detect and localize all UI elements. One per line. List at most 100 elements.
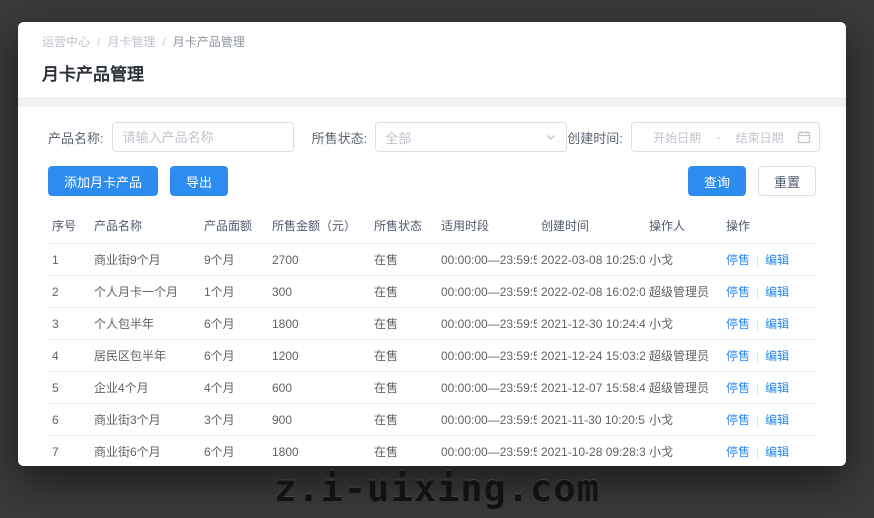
- cell-denom: 1个月: [200, 275, 268, 308]
- stop-sale-link[interactable]: 停售: [726, 349, 750, 363]
- cell-name: 商业街6个月: [90, 435, 200, 466]
- filter-product-name: 产品名称:: [48, 122, 294, 152]
- cell-status: 在售: [370, 435, 437, 466]
- col-header-product-name: 产品名称: [90, 208, 200, 244]
- end-date-field[interactable]: 结束日期: [722, 129, 797, 146]
- breadcrumb-item-current: 月卡产品管理: [172, 35, 245, 49]
- action-divider: |: [756, 413, 760, 427]
- cell-actions: 停售 | 编辑: [722, 435, 816, 466]
- create-time-range-picker[interactable]: 开始日期 - 结束日期: [630, 122, 820, 152]
- table-row: 4 居民区包半年 6个月 1200 在售 00:00:00—23:59:59 2021-12…: [48, 339, 816, 372]
- cell-name: 个人包半年: [90, 307, 200, 340]
- action-divider: |: [756, 349, 760, 363]
- sale-status-label: 所售状态:: [311, 130, 368, 146]
- table-row: 5 企业4个月 4个月 600 在售 00:00:00—23:59:59 2021-12-0…: [48, 371, 816, 404]
- toolbar: 添加月卡产品 导出 查询 重置: [48, 166, 816, 196]
- edit-link[interactable]: 编辑: [765, 317, 789, 331]
- action-divider: |: [756, 253, 760, 267]
- start-date-field[interactable]: 开始日期: [640, 129, 715, 146]
- cell-operator: 超级管理员: [645, 339, 722, 372]
- action-divider: |: [756, 285, 760, 299]
- cell-no: 1: [48, 243, 90, 276]
- cell-period: 00:00:00—23:59:59: [437, 435, 537, 466]
- breadcrumb-item-operations-center[interactable]: 运营中心: [42, 33, 90, 50]
- edit-link[interactable]: 编辑: [765, 381, 789, 395]
- cell-amount: 300: [268, 275, 370, 308]
- cell-name: 商业街3个月: [90, 403, 200, 436]
- cell-actions: 停售 | 编辑: [722, 243, 816, 276]
- calendar-icon: [797, 130, 811, 144]
- cell-amount: 1800: [268, 307, 370, 340]
- cell-status: 在售: [370, 371, 437, 404]
- reset-button[interactable]: 重置: [757, 166, 816, 196]
- cell-period: 00:00:00—23:59:59: [437, 339, 537, 372]
- export-button[interactable]: 导出: [170, 166, 229, 196]
- col-header-denomination: 产品面额: [200, 208, 268, 244]
- table-row: 7 商业街6个月 6个月 1800 在售 00:00:00—23:59:59 2021-10…: [48, 435, 816, 466]
- col-header-status: 所售状态: [370, 208, 437, 244]
- stop-sale-link[interactable]: 停售: [726, 413, 750, 427]
- query-button[interactable]: 查询: [687, 166, 746, 196]
- cell-amount: 900: [268, 403, 370, 436]
- cell-operator: 小戈: [645, 307, 722, 340]
- col-header-actions: 操作: [722, 208, 816, 244]
- cell-no: 5: [48, 371, 90, 404]
- table-row: 2 个人月卡一个月 1个月 300 在售 00:00:00—23:59:59 2022-02…: [48, 275, 816, 308]
- page-header: 运营中心 / 月卡管理 / 月卡产品管理 月卡产品管理: [18, 22, 846, 97]
- cell-status: 在售: [370, 307, 437, 340]
- table-row: 1 商业街9个月 9个月 2700 在售 00:00:00—23:59:59 2022-03…: [48, 243, 816, 276]
- section-divider: [18, 97, 846, 107]
- sale-status-select[interactable]: 全部: [375, 122, 568, 152]
- cell-actions: 停售 | 编辑: [722, 307, 816, 340]
- col-header-amount: 所售金额（元）: [268, 208, 370, 244]
- cell-denom: 6个月: [200, 307, 268, 340]
- table-row: 3 个人包半年 6个月 1800 在售 00:00:00—23:59:59 2021-12-…: [48, 307, 816, 340]
- cell-amount: 1200: [268, 339, 370, 372]
- stop-sale-link[interactable]: 停售: [726, 285, 750, 299]
- cell-actions: 停售 | 编辑: [722, 403, 816, 436]
- watermark-text: z.i-uixing.com: [274, 467, 600, 510]
- filter-bar: 产品名称: 所售状态: 全部 创建时间: 开始日期 -: [48, 122, 820, 152]
- page-title: 月卡产品管理: [42, 65, 144, 84]
- sale-status-value: 全部: [385, 130, 412, 146]
- cell-period: 00:00:00—23:59:59: [437, 243, 537, 276]
- cell-denom: 6个月: [200, 435, 268, 466]
- action-divider: |: [756, 317, 760, 331]
- cell-name: 个人月卡一个月: [90, 275, 200, 308]
- product-name-input[interactable]: [111, 122, 294, 152]
- cell-operator: 小戈: [645, 243, 722, 276]
- cell-status: 在售: [370, 243, 437, 276]
- cell-status: 在售: [370, 403, 437, 436]
- page-content: 产品名称: 所售状态: 全部 创建时间: 开始日期 -: [18, 107, 846, 466]
- stop-sale-link[interactable]: 停售: [726, 381, 750, 395]
- chevron-down-icon: [545, 131, 557, 143]
- cell-created: 2021-11-30 10:20:50: [537, 403, 645, 436]
- cell-denom: 4个月: [200, 371, 268, 404]
- cell-denom: 6个月: [200, 339, 268, 372]
- cell-status: 在售: [370, 339, 437, 372]
- table-body: 1 商业街9个月 9个月 2700 在售 00:00:00—23:59:59 2022-03…: [48, 243, 816, 466]
- cell-operator: 超级管理员: [645, 275, 722, 308]
- cell-created: 2021-12-24 15:03:25: [537, 339, 645, 372]
- cell-no: 6: [48, 403, 90, 436]
- cell-created: 2021-12-07 15:58:42: [537, 371, 645, 404]
- cell-no: 3: [48, 307, 90, 340]
- edit-link[interactable]: 编辑: [765, 285, 789, 299]
- edit-link[interactable]: 编辑: [765, 253, 789, 267]
- breadcrumb-separator: /: [97, 34, 101, 49]
- edit-link[interactable]: 编辑: [765, 445, 789, 459]
- cell-operator: 小戈: [645, 403, 722, 436]
- edit-link[interactable]: 编辑: [765, 413, 789, 427]
- add-product-button[interactable]: 添加月卡产品: [48, 166, 159, 196]
- product-name-label: 产品名称:: [48, 130, 104, 146]
- cell-name: 居民区包半年: [90, 339, 200, 372]
- stop-sale-link[interactable]: 停售: [726, 317, 750, 331]
- stop-sale-link[interactable]: 停售: [726, 445, 750, 459]
- edit-link[interactable]: 编辑: [765, 349, 789, 363]
- stop-sale-link[interactable]: 停售: [726, 253, 750, 267]
- cell-period: 00:00:00—23:59:59: [437, 403, 537, 436]
- breadcrumb-item-card-management[interactable]: 月卡管理: [107, 33, 155, 50]
- cell-status: 在售: [370, 275, 437, 308]
- cell-period: 00:00:00—23:59:59: [437, 371, 537, 404]
- cell-period: 00:00:00—23:59:59: [437, 275, 537, 308]
